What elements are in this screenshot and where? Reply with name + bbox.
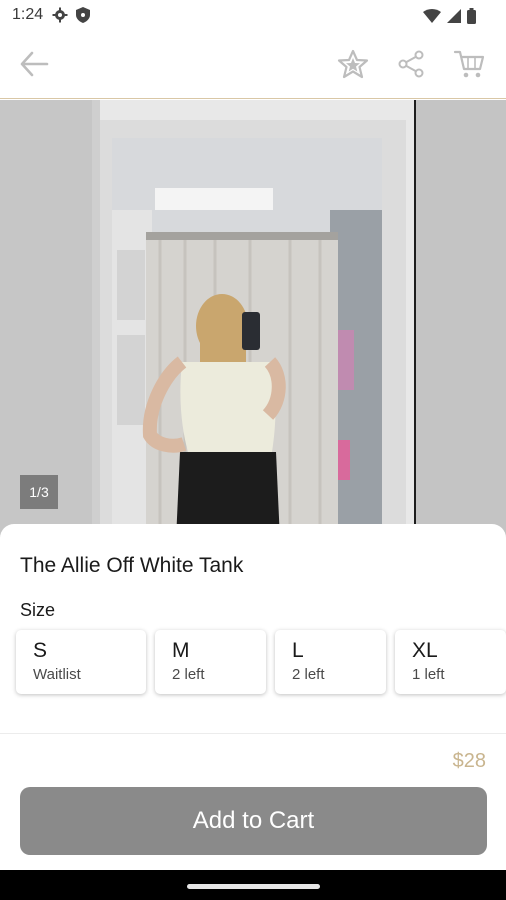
size-option-s[interactable]: S Waitlist <box>16 630 146 694</box>
share-icon <box>397 50 425 83</box>
product-details-sheet: The Allie Off White Tank Size S Waitlist… <box>0 524 506 870</box>
size-options: S Waitlist M 2 left L 2 left XL 1 left <box>16 630 506 694</box>
size-name: XL <box>412 639 438 662</box>
size-option-xl[interactable]: XL 1 left <box>395 630 506 694</box>
size-stock: 1 left <box>412 666 445 683</box>
divider <box>0 733 506 734</box>
battery-icon <box>467 8 476 29</box>
signal-icon <box>447 9 461 28</box>
size-name: M <box>172 639 190 662</box>
home-gesture-handle[interactable] <box>187 884 320 889</box>
share-button[interactable] <box>394 49 428 83</box>
status-bar: 1:24 <box>0 0 506 32</box>
status-time: 1:24 <box>12 6 44 23</box>
product-image[interactable]: 1/3 <box>0 100 506 540</box>
app-bar <box>0 32 506 99</box>
shield-icon <box>76 7 90 28</box>
size-stock: Waitlist <box>33 666 81 683</box>
product-photo <box>0 100 506 540</box>
size-option-m[interactable]: M 2 left <box>155 630 266 694</box>
gear-icon <box>52 7 68 28</box>
size-option-l[interactable]: L 2 left <box>275 630 386 694</box>
image-counter: 1/3 <box>20 475 58 509</box>
add-to-cart-button[interactable]: Add to Cart <box>20 787 487 855</box>
price: $28 <box>452 750 486 772</box>
cart-icon <box>453 49 485 84</box>
size-stock: 2 left <box>292 666 325 683</box>
star-icon <box>337 49 369 84</box>
back-button[interactable] <box>17 49 51 83</box>
size-name: S <box>33 639 48 662</box>
system-nav-bar <box>0 870 506 900</box>
product-title: The Allie Off White Tank <box>20 554 244 577</box>
favorite-button[interactable] <box>336 49 370 83</box>
size-name: L <box>292 639 304 662</box>
cart-button[interactable] <box>452 49 486 83</box>
back-arrow-icon <box>19 51 49 82</box>
wifi-icon <box>423 9 441 28</box>
size-label: Size <box>20 600 56 620</box>
size-stock: 2 left <box>172 666 205 683</box>
